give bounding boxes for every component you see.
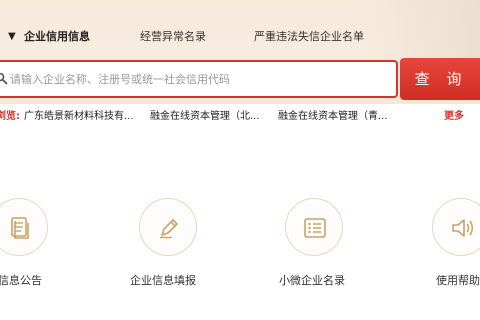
recent-item[interactable]: 融金在线资本管理（青...	[278, 106, 388, 128]
small-enterprise-directory-label[interactable]: 小微企业名录	[279, 272, 345, 288]
document-icon	[11, 217, 29, 239]
recent-item[interactable]: 融金在线资本管理（北...	[150, 106, 260, 128]
enterprise-filing-label[interactable]: 企业信息填报	[130, 272, 196, 288]
search-box	[0, 60, 398, 98]
search-button[interactable]: 查 询	[400, 58, 480, 100]
recent-item[interactable]: 广东皓景新材料科技有...	[24, 106, 134, 128]
more-link[interactable]: 更多	[444, 106, 464, 128]
search-icon	[0, 73, 8, 85]
list-icon	[304, 218, 326, 238]
recent-label: 浏览:	[0, 111, 20, 122]
enterprise-filing-button[interactable]	[139, 198, 197, 256]
search-input[interactable]	[10, 68, 390, 90]
triangle-down-icon: ▼	[8, 31, 16, 42]
tab-abnormal-operation[interactable]: 经营异常名录	[140, 24, 206, 50]
usage-help-button[interactable]	[432, 198, 480, 256]
pen-icon	[159, 219, 178, 239]
category-tabs: ▼ 企业信用信息 经营异常名录 严重违法失信企业名单	[0, 24, 480, 50]
small-enterprise-directory-button[interactable]	[285, 198, 343, 256]
info-announcement-button[interactable]	[0, 198, 48, 256]
info-announcement-label[interactable]: 信息公告	[0, 272, 42, 288]
recent-browse-bar: 浏览: 广东皓景新材料科技有... 融金在线资本管理（北... 融金在线资本管理…	[0, 106, 480, 128]
tab-serious-violation[interactable]: 严重违法失信企业名单	[254, 24, 364, 50]
usage-help-label[interactable]: 使用帮助	[436, 272, 480, 288]
tab-enterprise-credit[interactable]: 企业信用信息	[24, 24, 90, 50]
speaker-icon	[452, 219, 473, 237]
